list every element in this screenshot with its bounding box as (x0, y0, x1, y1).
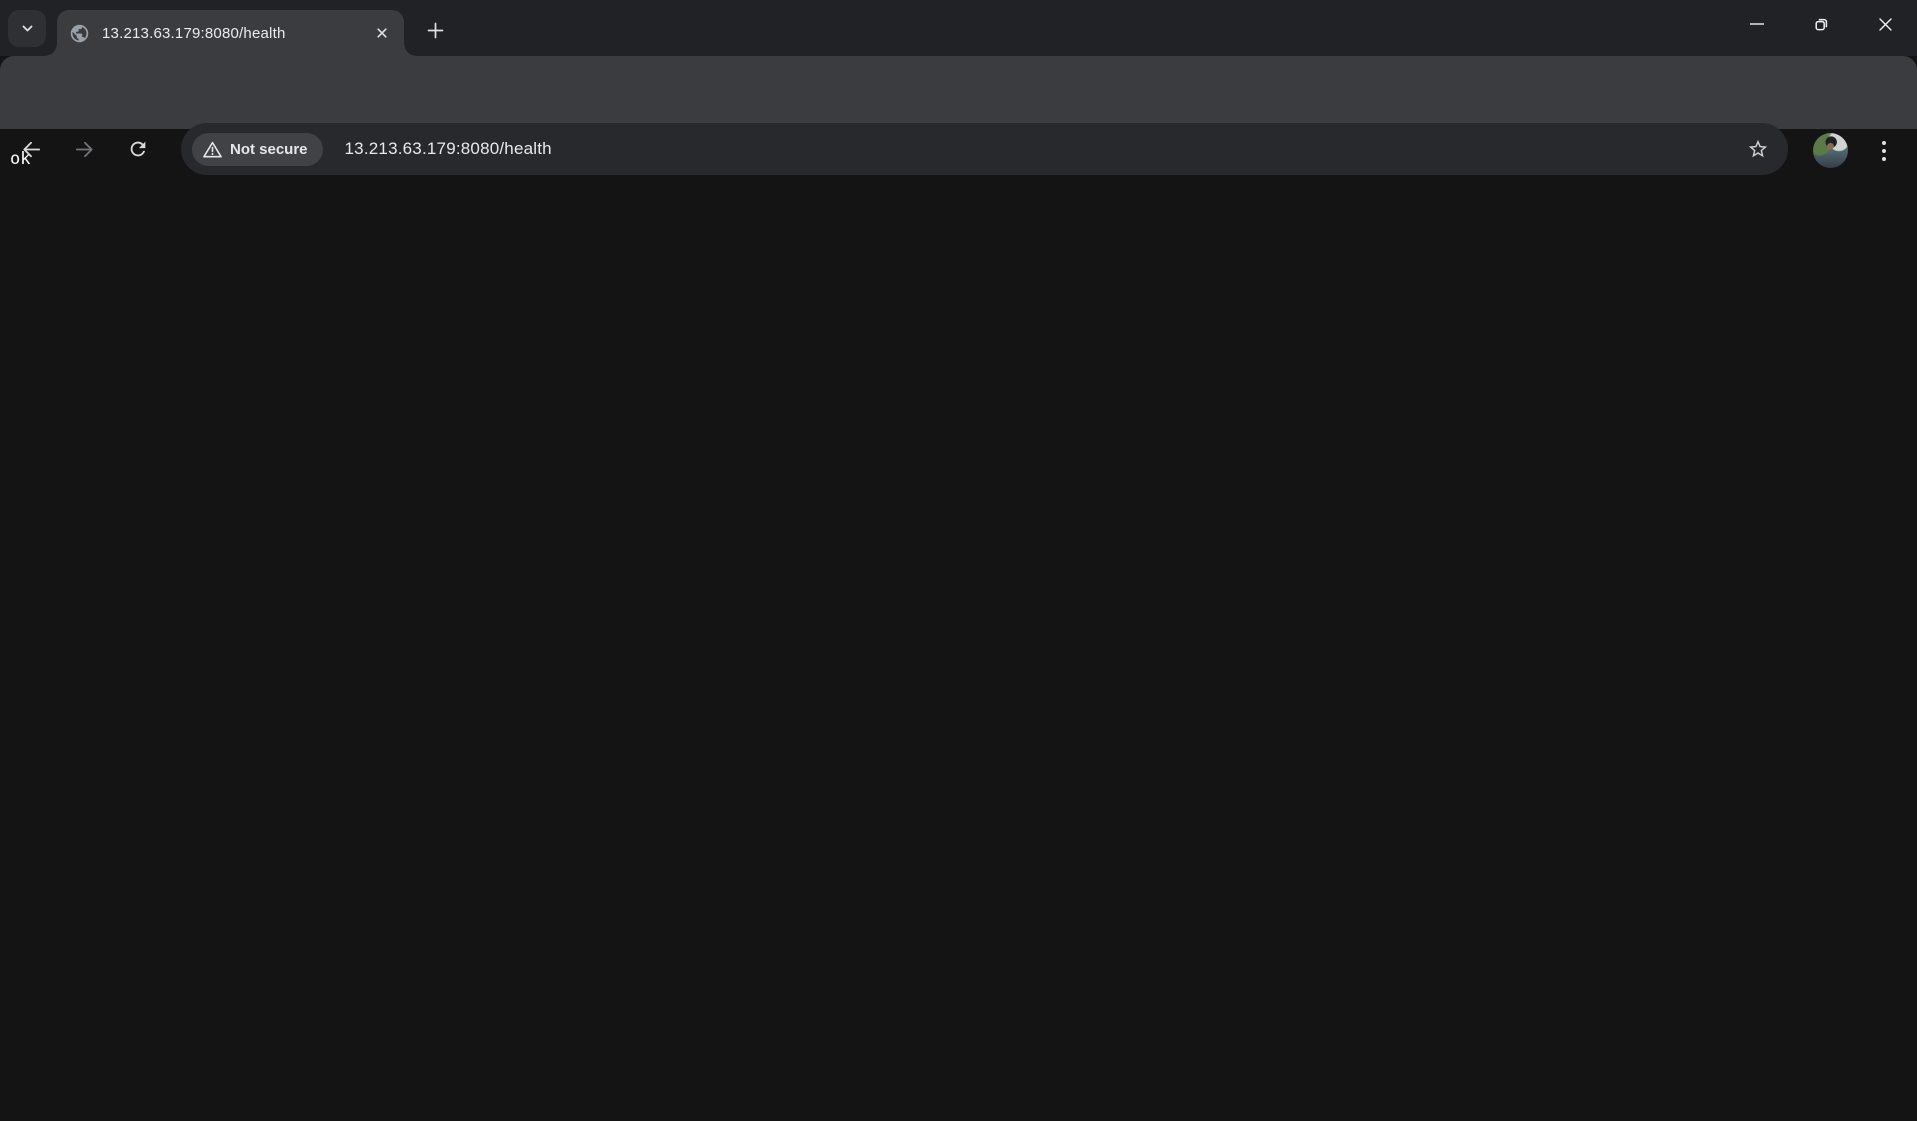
close-window-button[interactable] (1853, 0, 1917, 48)
forward-arrow-icon (73, 138, 96, 161)
address-bar[interactable]: Not secure 13.213.63.179:8080/health (181, 123, 1788, 175)
bookmark-star-button[interactable] (1740, 131, 1776, 167)
security-chip[interactable]: Not secure (192, 132, 323, 166)
warning-triangle-icon (203, 141, 222, 158)
active-tab[interactable]: 13.213.63.179:8080/health (45, 10, 416, 56)
restore-button[interactable] (1789, 0, 1853, 48)
browser-window: 13.213.63.179:8080/health Not secure 13.… (0, 0, 1917, 1121)
toolbar: Not secure 13.213.63.179:8080/health (0, 56, 1917, 175)
url-text: 13.213.63.179:8080/health (344, 139, 552, 158)
reload-icon (127, 138, 149, 160)
minimize-button[interactable] (1725, 0, 1789, 48)
minimize-icon (1749, 16, 1765, 32)
plus-icon (427, 22, 444, 39)
chevron-down-icon (20, 21, 35, 36)
reload-button[interactable] (116, 127, 160, 171)
window-controls (1725, 0, 1917, 48)
close-x-icon (375, 26, 389, 40)
close-window-icon (1877, 16, 1894, 33)
back-button[interactable] (9, 127, 53, 171)
back-arrow-icon (20, 138, 43, 161)
page-content: ok (0, 129, 1917, 1121)
security-chip-label: Not secure (230, 140, 308, 158)
browser-menu-button[interactable] (1868, 133, 1900, 169)
star-outline-icon (1747, 138, 1769, 160)
three-dots-icon (1881, 140, 1887, 162)
restore-icon (1813, 16, 1830, 33)
tab-strip: 13.213.63.179:8080/health (0, 0, 1917, 56)
forward-button[interactable] (62, 127, 106, 171)
tab-close-button[interactable] (368, 19, 396, 47)
profile-avatar[interactable] (1813, 133, 1848, 168)
tab-title: 13.213.63.179:8080/health (102, 24, 286, 42)
tab-search-button[interactable] (8, 10, 46, 47)
new-tab-button[interactable] (418, 13, 452, 47)
globe-favicon-icon (68, 22, 90, 44)
